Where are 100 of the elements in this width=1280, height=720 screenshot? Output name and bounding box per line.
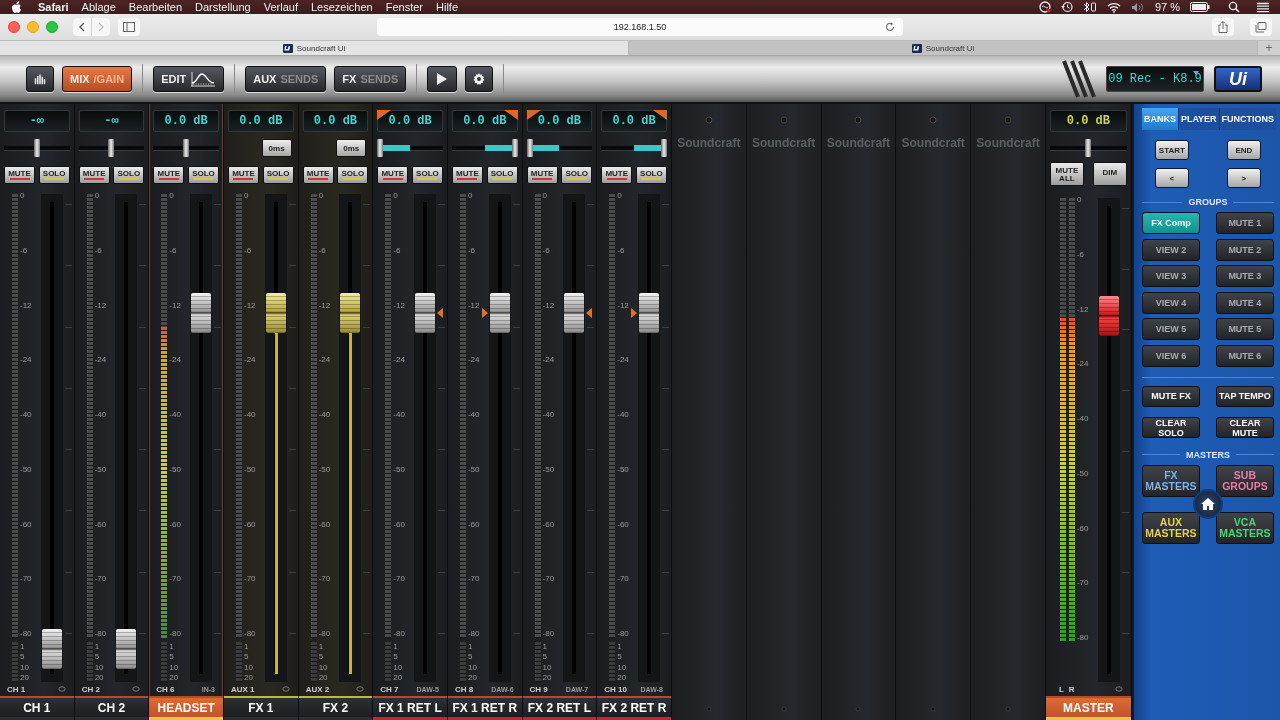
function-button[interactable]: CLEAR MUTE	[1215, 416, 1274, 438]
masters-button[interactable]: SUB GROUPS	[1215, 464, 1274, 497]
pan-thumb[interactable]	[511, 139, 518, 157]
snapshot-selector[interactable]: 09 Rec - K8.9	[1106, 66, 1204, 92]
gain-display[interactable]: 0.0 dB	[377, 110, 443, 132]
link-icon[interactable]	[132, 686, 141, 692]
mute-button[interactable]: MUTE	[526, 166, 558, 184]
channel-name[interactable]: CH 2	[74, 696, 149, 720]
view-tab[interactable]: AUX SENDS	[245, 66, 327, 92]
solo-button[interactable]: SOLO	[337, 166, 369, 184]
channel-name[interactable]: MASTER	[1045, 696, 1131, 720]
pan-slider[interactable]	[4, 137, 70, 159]
pan-slider[interactable]	[377, 137, 443, 159]
solo-button[interactable]: SOLO	[113, 166, 145, 184]
channel-name[interactable]: HEADSET	[149, 696, 223, 720]
link-icon[interactable]	[356, 686, 365, 692]
menu-item[interactable]: Lesezeichen	[310, 1, 373, 13]
mute-all-button[interactable]: MUTE ALL	[1049, 162, 1084, 186]
link-icon[interactable]	[281, 686, 290, 692]
group-button[interactable]: VIEW 5	[1141, 318, 1200, 340]
group-button[interactable]: VIEW 2	[1141, 238, 1200, 261]
group-button[interactable]: MUTE 4	[1215, 291, 1274, 314]
new-tab-button[interactable]: +	[1258, 41, 1280, 55]
menu-icon[interactable]	[1256, 1, 1270, 13]
menu-item[interactable]: Ablage	[81, 1, 116, 13]
group-button[interactable]: MUTE 1	[1215, 212, 1274, 234]
fader-cap[interactable]	[415, 292, 436, 333]
pan-thumb[interactable]	[108, 139, 115, 157]
pan-slider[interactable]	[78, 137, 145, 159]
fader-cap[interactable]	[564, 292, 585, 333]
fader-cap[interactable]	[116, 628, 137, 669]
delay-button[interactable]: 0ms	[261, 139, 292, 157]
function-button[interactable]: CLEAR SOLO	[1141, 416, 1200, 438]
delay-button[interactable]: 0ms	[336, 139, 367, 157]
browser-tab[interactable]: Soundcraft Ui	[0, 41, 629, 55]
back-button[interactable]	[73, 18, 91, 36]
battery-icon[interactable]	[1190, 2, 1210, 12]
mute-button[interactable]: MUTE	[153, 166, 185, 184]
channel-name[interactable]: FX 1	[223, 696, 298, 720]
group-button[interactable]: VIEW 4	[1141, 291, 1200, 314]
pan-thumb[interactable]	[526, 139, 533, 157]
speaker-icon[interactable]	[1130, 1, 1145, 13]
solo-button[interactable]: SOLO	[262, 166, 294, 184]
pan-thumb[interactable]	[377, 139, 384, 157]
pan-thumb[interactable]	[660, 139, 667, 157]
gain-display[interactable]: -∞	[78, 110, 145, 132]
share-button[interactable]	[1212, 18, 1234, 36]
bank-start-button[interactable]: START	[1154, 140, 1189, 160]
menu-item[interactable]: Verlauf	[263, 1, 298, 13]
bluetooth-icon[interactable]	[1082, 1, 1097, 13]
group-button[interactable]: MUTE 2	[1215, 238, 1274, 261]
sync-icon[interactable]	[1038, 1, 1051, 13]
channel-name[interactable]: FX 1 RET R	[447, 696, 522, 720]
masters-button[interactable]: FX MASTERS	[1141, 464, 1200, 497]
fader-cap[interactable]	[191, 292, 212, 333]
sidebar-button[interactable]	[118, 18, 140, 36]
gain-display[interactable]: 0.0 dB	[302, 110, 369, 132]
mute-button[interactable]: MUTE	[302, 166, 334, 184]
solo-button[interactable]: SOLO	[561, 166, 593, 184]
bank-end-button[interactable]: END	[1226, 140, 1261, 160]
gain-display[interactable]: 0.0 dB	[601, 110, 667, 132]
menu-item[interactable]: Darstellung	[195, 1, 251, 13]
reload-icon[interactable]	[885, 22, 895, 32]
mute-button[interactable]: MUTE	[377, 166, 409, 184]
solo-button[interactable]: SOLO	[187, 166, 219, 184]
fader-cap[interactable]	[41, 628, 62, 669]
solo-button[interactable]: SOLO	[38, 166, 70, 184]
masters-button[interactable]: VCA MASTERS	[1215, 511, 1274, 544]
address-field[interactable]: 192.168.1.50	[377, 18, 903, 36]
pan-slider[interactable]	[1049, 137, 1127, 159]
gain-display[interactable]: 0.0 dB	[526, 110, 593, 132]
apple-icon[interactable]	[12, 1, 22, 13]
play-button[interactable]	[427, 66, 458, 92]
menu-item[interactable]: Fenster	[385, 1, 424, 13]
history-icon[interactable]	[1060, 1, 1073, 13]
edit-button[interactable]: EDIT	[153, 66, 225, 92]
bank-previous-button[interactable]: <	[1154, 168, 1189, 188]
close-window-icon[interactable]	[8, 21, 20, 33]
mute-button[interactable]: MUTE	[451, 166, 483, 184]
wifi-icon[interactable]	[1106, 1, 1121, 13]
menu-item[interactable]: Hilfe	[436, 1, 459, 13]
meters-button[interactable]	[26, 66, 54, 92]
pan-thumb[interactable]	[1085, 139, 1092, 157]
mute-button[interactable]: MUTE	[227, 166, 259, 184]
channel-name[interactable]: FX 1 RET L	[373, 696, 447, 720]
group-button[interactable]: VIEW 3	[1141, 265, 1200, 287]
dim-button[interactable]: DIM	[1092, 162, 1127, 186]
masters-button[interactable]: AUX MASTERS	[1141, 511, 1200, 544]
solo-button[interactable]: SOLO	[486, 166, 518, 184]
fader-cap[interactable]	[340, 292, 361, 333]
fader-cap[interactable]	[639, 292, 660, 333]
bank-next-button[interactable]: >	[1226, 168, 1261, 188]
gain-display[interactable]: 0.0 dB	[153, 110, 219, 132]
channel-name[interactable]: FX 2 RET L	[522, 696, 597, 720]
solo-button[interactable]: SOLO	[635, 166, 667, 184]
view-tab[interactable]: FX SENDS	[334, 66, 407, 92]
fader-cap[interactable]	[265, 292, 286, 333]
browser-tab[interactable]: Soundcraft Ui	[629, 41, 1258, 55]
mute-button[interactable]: MUTE	[78, 166, 110, 184]
panel-tab[interactable]: FUNCTIONS	[1219, 108, 1277, 130]
